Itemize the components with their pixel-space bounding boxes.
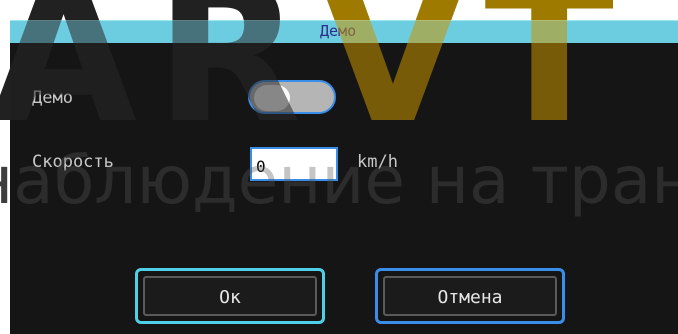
speed-unit-label: km/h: [357, 152, 398, 172]
cancel-button-label: Отмена: [383, 276, 557, 316]
demo-dialog: Демо Демо Скорость 0 km/h Ок Отмена: [10, 20, 678, 334]
ok-button[interactable]: Ок: [135, 268, 325, 324]
cancel-button[interactable]: Отмена: [375, 268, 565, 324]
dialog-titlebar: Демо: [10, 20, 678, 43]
demo-label: Демо: [32, 88, 73, 108]
dialog-title: Демо: [320, 22, 357, 40]
toggle-knob: [254, 85, 290, 111]
demo-toggle[interactable]: [248, 80, 336, 114]
speed-label: Скорость: [32, 152, 114, 172]
ok-button-label: Ок: [143, 276, 317, 316]
speed-input[interactable]: 0: [250, 147, 338, 181]
